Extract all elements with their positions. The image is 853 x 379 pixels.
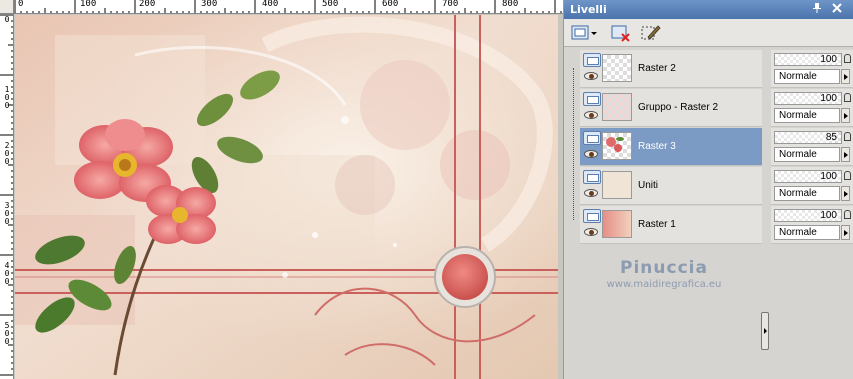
layer-name: Raster 3: [638, 141, 676, 152]
canvas-area[interactable]: 0 100 200 300 400 500 600 700 800 0 100 …: [0, 0, 563, 379]
blend-mode-select[interactable]: Normale: [774, 147, 840, 162]
layer-thumbnail: [602, 132, 632, 160]
layer-row-raster-1[interactable]: Raster 1: [580, 206, 762, 244]
blend-dropdown-arrow-icon[interactable]: [841, 225, 850, 240]
ruler-left-label: 300: [4, 201, 10, 226]
lock-icon[interactable]: [844, 210, 851, 219]
blend-dropdown-arrow-icon[interactable]: [841, 108, 850, 123]
layer-name: Raster 2: [638, 63, 676, 74]
opacity-slider[interactable]: 100: [774, 92, 842, 105]
ruler-top-label: 800: [502, 0, 519, 9]
new-layer-icon[interactable]: [570, 23, 598, 43]
ruler-top-label: 500: [322, 0, 339, 9]
blend-mode-select[interactable]: Normale: [774, 69, 840, 84]
layer-row-raster-3[interactable]: Raster 3: [580, 128, 762, 166]
opacity-value: 100: [820, 210, 837, 221]
layer-thumbnail: [602, 210, 632, 238]
layer-properties: 85 Normale: [771, 128, 853, 166]
layer-tree-line: [573, 68, 574, 220]
ruler-top: 0 100 200 300 400 500 600 700 800: [14, 0, 563, 14]
layers-toolbar: [564, 19, 853, 47]
app-window: 0 100 200 300 400 500 600 700 800 0 100 …: [0, 0, 853, 379]
layer-properties: 100 Normale: [771, 206, 853, 244]
ruler-left-label: 400: [4, 261, 10, 286]
layer-type-icon: [583, 209, 601, 223]
layer-properties: 100 Normale: [771, 50, 853, 88]
panel-splitter[interactable]: [761, 312, 769, 350]
ruler-left-label: 0: [4, 15, 10, 24]
eye-icon[interactable]: [584, 189, 598, 197]
opacity-value: 100: [820, 171, 837, 182]
watermark-name: Pinuccia: [620, 258, 708, 278]
opacity-slider[interactable]: 100: [774, 170, 842, 183]
ruler-top-label: 300: [201, 0, 218, 9]
layer-type-icon: [583, 92, 601, 106]
ruler-top-label: 0: [18, 0, 24, 9]
blend-dropdown-arrow-icon[interactable]: [841, 69, 850, 84]
layer-list: Raster 2 Gruppo - Raster 2 Raster 3 Unit…: [564, 48, 769, 379]
ruler-left-label: 100: [4, 85, 10, 110]
blend-dropdown-arrow-icon[interactable]: [841, 147, 850, 162]
ruler-top-label: 600: [382, 0, 399, 9]
ruler-corner: [0, 0, 14, 14]
layer-properties: 100 Normale: [771, 167, 853, 205]
layer-thumbnail: [602, 93, 632, 121]
eye-icon[interactable]: [584, 111, 598, 119]
opacity-slider[interactable]: 85: [774, 131, 842, 144]
layer-name: Gruppo - Raster 2: [638, 102, 719, 113]
lock-icon[interactable]: [844, 54, 851, 63]
watermark-url: www.maidiregrafica.eu: [606, 279, 722, 290]
artwork-image: [15, 15, 558, 379]
lock-icon[interactable]: [844, 132, 851, 141]
ruler-left-label: 200: [4, 141, 10, 166]
watermark: Pinuccia www.maidiregrafica.eu: [564, 258, 764, 290]
layer-properties: 100 Normale: [771, 89, 853, 127]
lock-icon[interactable]: [844, 171, 851, 180]
panel-title: Livelli: [570, 3, 607, 16]
ruler-top-label: 100: [80, 0, 97, 9]
opacity-value: 100: [820, 54, 837, 65]
opacity-value: 100: [820, 93, 837, 104]
panel-titlebar[interactable]: Livelli: [564, 0, 853, 19]
layer-thumbnail: [602, 171, 632, 199]
lock-icon[interactable]: [844, 93, 851, 102]
layer-name: Uniti: [638, 180, 659, 191]
ruler-top-label: 400: [262, 0, 279, 9]
layer-type-icon: [583, 170, 601, 184]
layer-thumbnail: [602, 54, 632, 82]
ruler-left: 0 100 200 300 400 500: [0, 14, 14, 379]
canvas-artwork[interactable]: [15, 15, 558, 379]
ruler-top-label: 700: [442, 0, 459, 9]
close-icon[interactable]: [830, 2, 844, 16]
edit-layer-icon[interactable]: [640, 23, 662, 43]
layers-panel: Livelli Raster 2 Gruppo - Raster 2 Raste…: [563, 0, 853, 379]
layer-row-uniti[interactable]: Uniti: [580, 167, 762, 205]
blend-mode-select[interactable]: Normale: [774, 225, 840, 240]
blend-dropdown-arrow-icon[interactable]: [841, 186, 850, 201]
opacity-slider[interactable]: 100: [774, 53, 842, 66]
ruler-left-label: 500: [4, 321, 10, 346]
blend-mode-select[interactable]: Normale: [774, 108, 840, 123]
opacity-value: 85: [825, 132, 837, 143]
ruler-top-label: 200: [139, 0, 156, 9]
ruler-top-ticks: [14, 0, 562, 13]
layer-type-icon: [583, 53, 601, 67]
layer-name: Raster 1: [638, 219, 676, 230]
layer-row-gruppo-raster-2[interactable]: Gruppo - Raster 2: [580, 89, 762, 127]
eye-icon[interactable]: [584, 150, 598, 158]
eye-icon[interactable]: [584, 228, 598, 236]
opacity-slider[interactable]: 100: [774, 209, 842, 222]
blend-mode-select[interactable]: Normale: [774, 186, 840, 201]
layer-row-raster-2[interactable]: Raster 2: [580, 50, 762, 88]
layer-type-icon: [583, 131, 601, 145]
eye-icon[interactable]: [584, 72, 598, 80]
delete-layer-icon[interactable]: [610, 23, 632, 43]
layer-properties-column: 100 Normale 100 Normale 85 Normale 100 N…: [769, 48, 853, 379]
pin-icon[interactable]: [810, 2, 824, 16]
